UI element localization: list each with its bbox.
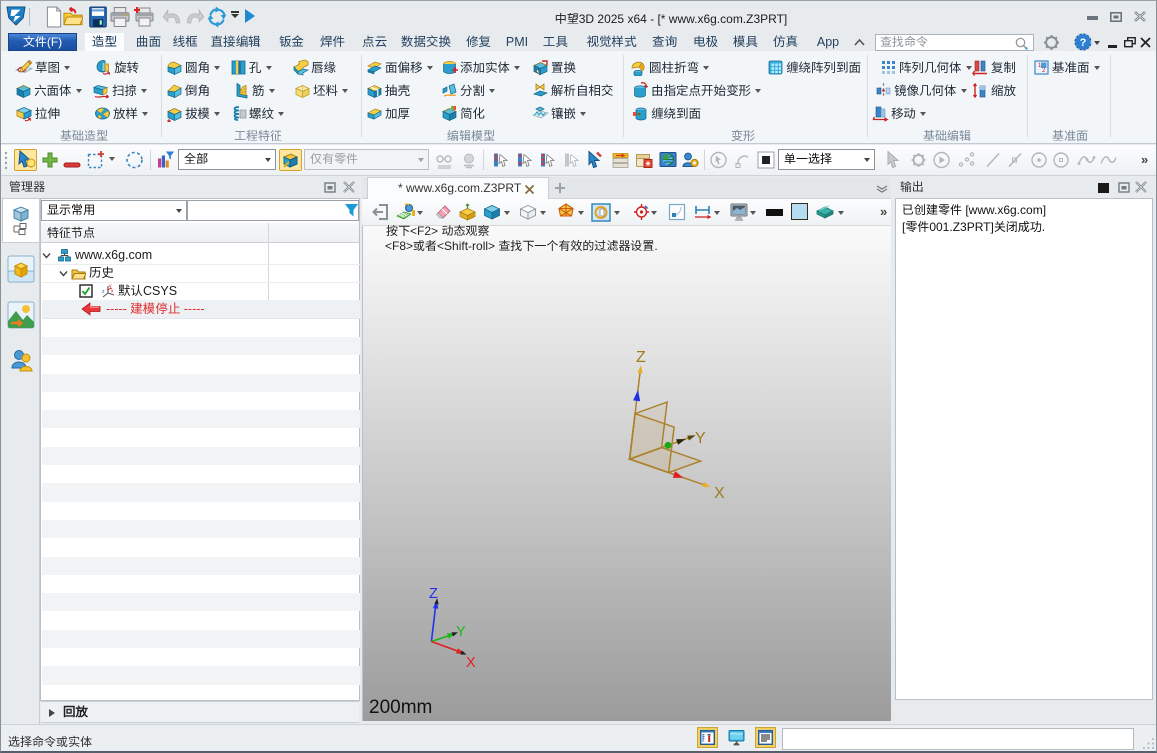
svg-text:X: X	[714, 485, 725, 502]
svg-text:Z: Z	[636, 349, 646, 366]
svg-text:x: x	[111, 289, 114, 295]
svg-text:X: X	[466, 655, 476, 671]
svg-text:Y: Y	[456, 624, 466, 640]
svg-text:Y: Y	[695, 430, 706, 447]
svg-text:Z: Z	[429, 586, 438, 602]
svg-text:z: z	[102, 289, 105, 295]
svg-text:?: ?	[1080, 37, 1087, 49]
